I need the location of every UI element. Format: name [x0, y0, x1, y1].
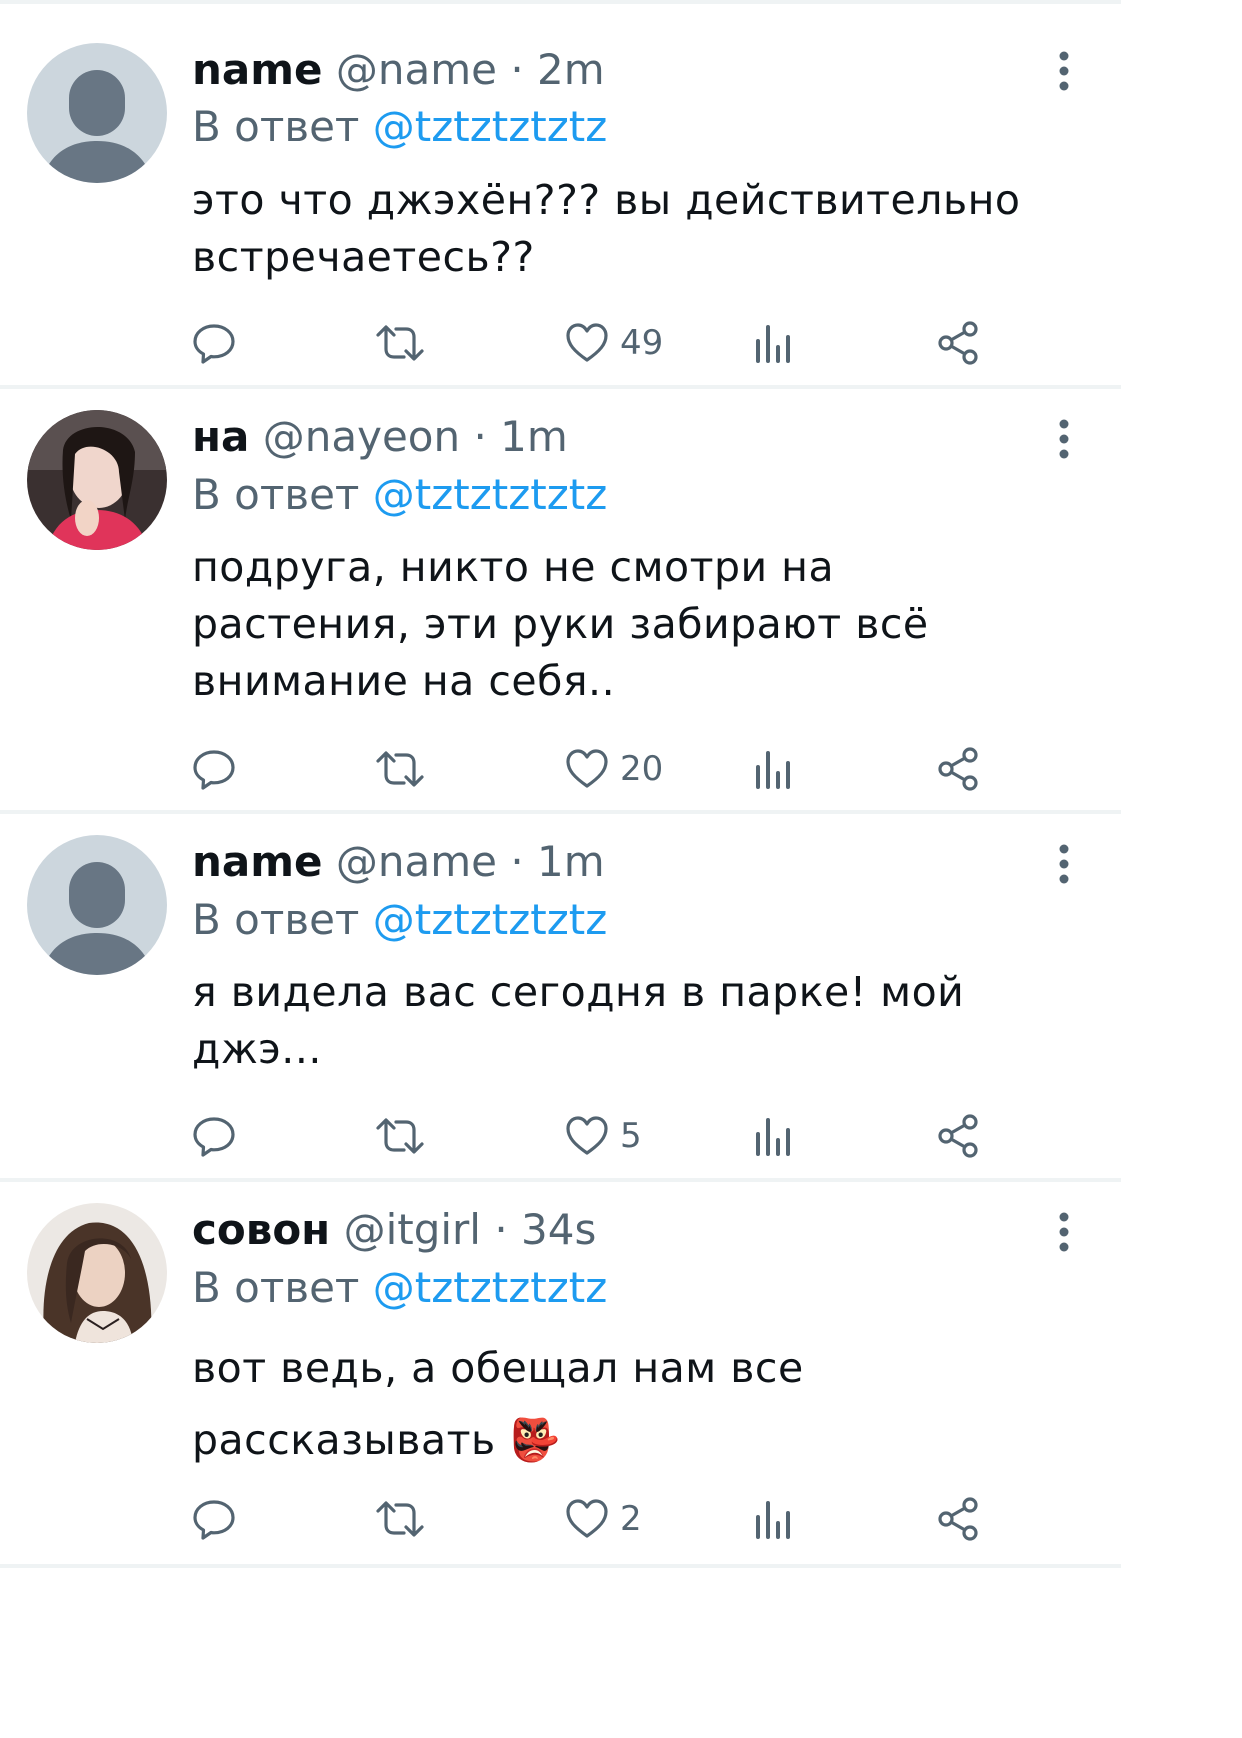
- reply-icon: [193, 750, 235, 790]
- retweet-icon: [376, 1118, 424, 1154]
- reply-prefix: В ответ: [192, 1263, 360, 1312]
- reply-icon: [193, 1117, 235, 1157]
- reply-mention[interactable]: @tztztztztz: [373, 1263, 608, 1312]
- views-button[interactable]: [752, 318, 792, 368]
- tweet-header: совон @itgirl · 34s: [192, 1202, 596, 1258]
- reply-button[interactable]: [190, 1494, 238, 1544]
- timestamp[interactable]: · 1m: [510, 837, 604, 886]
- tweet[interactable]: на @nayeon · 1m В ответ @tztztztztz подр…: [0, 389, 1121, 811]
- share-button[interactable]: [934, 1494, 982, 1544]
- tweet-text: вот ведь, а обещал нам все рассказывать …: [192, 1344, 804, 1464]
- timestamp[interactable]: · 1m: [473, 412, 567, 461]
- tweet-header: name @name · 2m: [192, 42, 605, 98]
- like-icon: [566, 1116, 608, 1155]
- like-button[interactable]: 20: [564, 744, 663, 794]
- like-icon: [566, 1499, 608, 1538]
- tweet[interactable]: совон @itgirl · 34s В ответ @tztztztztz …: [0, 1182, 1121, 1564]
- retweet-icon: [376, 325, 424, 361]
- avatar[interactable]: [27, 43, 167, 183]
- action-bar: 20: [190, 744, 990, 794]
- action-bar: 49: [190, 318, 990, 368]
- reply-mention[interactable]: @tztztztztz: [373, 895, 608, 944]
- action-bar: 5: [190, 1111, 990, 1161]
- reply-icon: [193, 324, 235, 364]
- more-icon[interactable]: [1052, 419, 1076, 459]
- retweet-icon: [376, 751, 424, 787]
- views-button[interactable]: [752, 1494, 792, 1544]
- retweet-button[interactable]: [372, 1494, 428, 1544]
- avatar[interactable]: [27, 835, 167, 975]
- avatar[interactable]: [27, 410, 167, 550]
- more-icon[interactable]: [1052, 1212, 1076, 1252]
- like-count: 20: [620, 749, 664, 789]
- reply-icon: [193, 1500, 235, 1540]
- tweet-divider: [0, 1564, 1121, 1568]
- views-icon: [756, 1118, 790, 1156]
- retweet-button[interactable]: [372, 318, 428, 368]
- share-icon: [938, 1497, 978, 1541]
- tweet-header: name @name · 1m: [192, 834, 605, 890]
- tweet[interactable]: name @name · 1m В ответ @tztztztztz я ви…: [0, 814, 1121, 1178]
- timestamp[interactable]: · 34s: [494, 1205, 596, 1254]
- reply-prefix: В ответ: [192, 102, 360, 151]
- reply-context: В ответ @tztztztztz: [192, 892, 607, 948]
- share-icon: [938, 1114, 978, 1158]
- reply-prefix: В ответ: [192, 470, 360, 519]
- like-button[interactable]: 5: [564, 1111, 642, 1161]
- views-icon: [756, 751, 790, 789]
- photo-avatar-icon: [27, 410, 167, 550]
- tweet-header: на @nayeon · 1m: [192, 409, 568, 465]
- share-icon: [938, 747, 978, 791]
- views-icon: [756, 325, 790, 363]
- like-count: 5: [620, 1116, 642, 1156]
- more-icon[interactable]: [1052, 844, 1076, 884]
- action-bar: 2: [190, 1494, 990, 1544]
- tweet-text: это что джэхён??? вы действительно встре…: [192, 176, 1021, 281]
- like-count: 2: [620, 1499, 642, 1539]
- like-icon: [566, 749, 608, 788]
- like-button[interactable]: 49: [564, 318, 663, 368]
- reply-button[interactable]: [190, 1111, 238, 1161]
- handle[interactable]: @itgirl: [344, 1205, 481, 1254]
- reply-mention[interactable]: @tztztztztz: [373, 470, 608, 519]
- handle[interactable]: @name: [336, 837, 497, 886]
- views-icon: [756, 1501, 790, 1539]
- like-count: 49: [620, 323, 664, 363]
- reply-context: В ответ @tztztztztz: [192, 99, 607, 155]
- share-button[interactable]: [934, 318, 982, 368]
- retweet-button[interactable]: [372, 744, 428, 794]
- share-button[interactable]: [934, 744, 982, 794]
- display-name[interactable]: name: [192, 45, 323, 94]
- default-avatar-icon: [27, 835, 167, 975]
- reply-button[interactable]: [190, 318, 238, 368]
- reply-context: В ответ @tztztztztz: [192, 1260, 607, 1316]
- avatar[interactable]: [27, 1203, 167, 1343]
- display-name[interactable]: name: [192, 837, 323, 886]
- retweet-button[interactable]: [372, 1111, 428, 1161]
- handle[interactable]: @name: [336, 45, 497, 94]
- retweet-icon: [376, 1501, 424, 1537]
- share-button[interactable]: [934, 1111, 982, 1161]
- like-button[interactable]: 2: [564, 1494, 642, 1544]
- timestamp[interactable]: · 2m: [510, 45, 604, 94]
- display-name[interactable]: совон: [192, 1205, 330, 1254]
- like-icon: [566, 323, 608, 362]
- views-button[interactable]: [752, 744, 792, 794]
- display-name[interactable]: на: [192, 412, 249, 461]
- tweet-text: я видела вас сегодня в парке! мой джэ...: [192, 968, 965, 1073]
- more-icon[interactable]: [1052, 51, 1076, 91]
- views-button[interactable]: [752, 1111, 792, 1161]
- reply-prefix: В ответ: [192, 895, 360, 944]
- handle[interactable]: @nayeon: [263, 412, 460, 461]
- reply-context: В ответ @tztztztztz: [192, 467, 607, 523]
- reply-button[interactable]: [190, 744, 238, 794]
- share-icon: [938, 321, 978, 365]
- default-avatar-icon: [27, 43, 167, 183]
- tweet[interactable]: name @name · 2m В ответ @tztztztztz это …: [0, 4, 1121, 386]
- reply-mention[interactable]: @tztztztztz: [373, 102, 608, 151]
- photo-avatar-icon: [27, 1203, 167, 1343]
- tweet-text: подруга, никто не смотри на растения, эт…: [192, 543, 929, 705]
